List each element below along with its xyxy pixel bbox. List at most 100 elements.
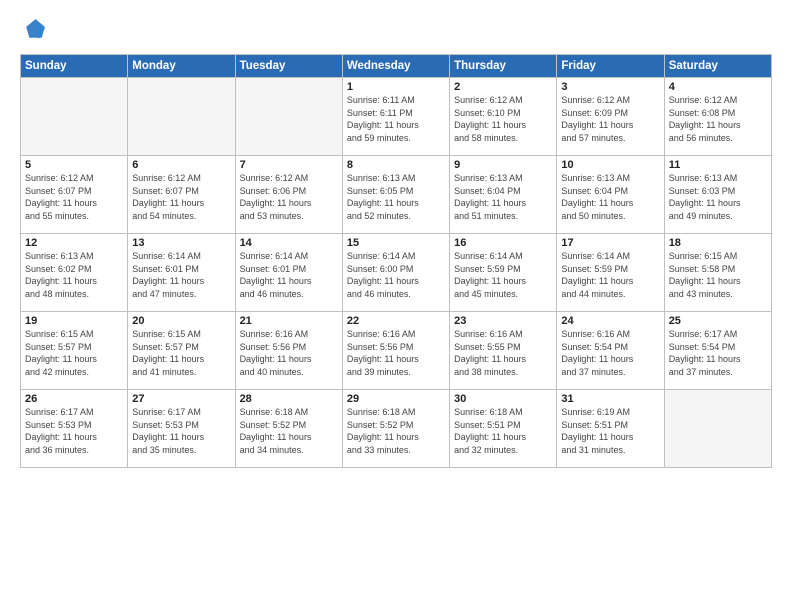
day-info: Sunrise: 6:12 AM Sunset: 6:08 PM Dayligh… (669, 94, 767, 144)
day-number: 9 (454, 159, 552, 171)
day-number: 6 (132, 159, 230, 171)
day-cell (21, 78, 128, 156)
day-cell: 3Sunrise: 6:12 AM Sunset: 6:09 PM Daylig… (557, 78, 664, 156)
day-cell: 21Sunrise: 6:16 AM Sunset: 5:56 PM Dayli… (235, 312, 342, 390)
day-info: Sunrise: 6:13 AM Sunset: 6:05 PM Dayligh… (347, 172, 445, 222)
weekday-header-sunday: Sunday (21, 55, 128, 78)
day-number: 18 (669, 237, 767, 249)
day-cell: 20Sunrise: 6:15 AM Sunset: 5:57 PM Dayli… (128, 312, 235, 390)
day-cell: 14Sunrise: 6:14 AM Sunset: 6:01 PM Dayli… (235, 234, 342, 312)
day-cell: 6Sunrise: 6:12 AM Sunset: 6:07 PM Daylig… (128, 156, 235, 234)
calendar-table: SundayMondayTuesdayWednesdayThursdayFrid… (20, 54, 772, 468)
day-info: Sunrise: 6:14 AM Sunset: 6:00 PM Dayligh… (347, 250, 445, 300)
day-info: Sunrise: 6:14 AM Sunset: 5:59 PM Dayligh… (454, 250, 552, 300)
day-number: 4 (669, 81, 767, 93)
day-cell: 4Sunrise: 6:12 AM Sunset: 6:08 PM Daylig… (664, 78, 771, 156)
day-cell: 24Sunrise: 6:16 AM Sunset: 5:54 PM Dayli… (557, 312, 664, 390)
day-info: Sunrise: 6:19 AM Sunset: 5:51 PM Dayligh… (561, 406, 659, 456)
day-number: 5 (25, 159, 123, 171)
weekday-header-saturday: Saturday (664, 55, 771, 78)
day-number: 30 (454, 393, 552, 405)
day-cell: 16Sunrise: 6:14 AM Sunset: 5:59 PM Dayli… (450, 234, 557, 312)
day-cell (664, 390, 771, 468)
day-info: Sunrise: 6:14 AM Sunset: 6:01 PM Dayligh… (132, 250, 230, 300)
day-info: Sunrise: 6:12 AM Sunset: 6:10 PM Dayligh… (454, 94, 552, 144)
day-cell: 7Sunrise: 6:12 AM Sunset: 6:06 PM Daylig… (235, 156, 342, 234)
header (20, 16, 772, 44)
day-number: 14 (240, 237, 338, 249)
day-cell (128, 78, 235, 156)
week-row-5: 26Sunrise: 6:17 AM Sunset: 5:53 PM Dayli… (21, 390, 772, 468)
week-row-4: 19Sunrise: 6:15 AM Sunset: 5:57 PM Dayli… (21, 312, 772, 390)
weekday-header-thursday: Thursday (450, 55, 557, 78)
day-info: Sunrise: 6:17 AM Sunset: 5:53 PM Dayligh… (132, 406, 230, 456)
day-cell: 13Sunrise: 6:14 AM Sunset: 6:01 PM Dayli… (128, 234, 235, 312)
day-number: 17 (561, 237, 659, 249)
day-info: Sunrise: 6:16 AM Sunset: 5:56 PM Dayligh… (240, 328, 338, 378)
day-cell: 2Sunrise: 6:12 AM Sunset: 6:10 PM Daylig… (450, 78, 557, 156)
day-info: Sunrise: 6:15 AM Sunset: 5:57 PM Dayligh… (132, 328, 230, 378)
day-cell: 18Sunrise: 6:15 AM Sunset: 5:58 PM Dayli… (664, 234, 771, 312)
day-cell: 11Sunrise: 6:13 AM Sunset: 6:03 PM Dayli… (664, 156, 771, 234)
weekday-header-friday: Friday (557, 55, 664, 78)
day-number: 10 (561, 159, 659, 171)
day-number: 31 (561, 393, 659, 405)
day-cell: 27Sunrise: 6:17 AM Sunset: 5:53 PM Dayli… (128, 390, 235, 468)
day-info: Sunrise: 6:12 AM Sunset: 6:07 PM Dayligh… (132, 172, 230, 222)
day-info: Sunrise: 6:18 AM Sunset: 5:52 PM Dayligh… (240, 406, 338, 456)
day-info: Sunrise: 6:15 AM Sunset: 5:57 PM Dayligh… (25, 328, 123, 378)
day-cell: 23Sunrise: 6:16 AM Sunset: 5:55 PM Dayli… (450, 312, 557, 390)
day-cell: 15Sunrise: 6:14 AM Sunset: 6:00 PM Dayli… (342, 234, 449, 312)
day-info: Sunrise: 6:16 AM Sunset: 5:55 PM Dayligh… (454, 328, 552, 378)
day-cell: 5Sunrise: 6:12 AM Sunset: 6:07 PM Daylig… (21, 156, 128, 234)
week-row-3: 12Sunrise: 6:13 AM Sunset: 6:02 PM Dayli… (21, 234, 772, 312)
day-number: 16 (454, 237, 552, 249)
day-cell: 10Sunrise: 6:13 AM Sunset: 6:04 PM Dayli… (557, 156, 664, 234)
weekday-header-row: SundayMondayTuesdayWednesdayThursdayFrid… (21, 55, 772, 78)
day-cell: 17Sunrise: 6:14 AM Sunset: 5:59 PM Dayli… (557, 234, 664, 312)
day-info: Sunrise: 6:13 AM Sunset: 6:04 PM Dayligh… (454, 172, 552, 222)
day-cell: 1Sunrise: 6:11 AM Sunset: 6:11 PM Daylig… (342, 78, 449, 156)
day-cell: 31Sunrise: 6:19 AM Sunset: 5:51 PM Dayli… (557, 390, 664, 468)
day-cell: 30Sunrise: 6:18 AM Sunset: 5:51 PM Dayli… (450, 390, 557, 468)
day-info: Sunrise: 6:17 AM Sunset: 5:54 PM Dayligh… (669, 328, 767, 378)
week-row-2: 5Sunrise: 6:12 AM Sunset: 6:07 PM Daylig… (21, 156, 772, 234)
day-number: 3 (561, 81, 659, 93)
weekday-header-wednesday: Wednesday (342, 55, 449, 78)
day-number: 1 (347, 81, 445, 93)
day-info: Sunrise: 6:14 AM Sunset: 5:59 PM Dayligh… (561, 250, 659, 300)
day-number: 15 (347, 237, 445, 249)
day-number: 7 (240, 159, 338, 171)
day-info: Sunrise: 6:18 AM Sunset: 5:52 PM Dayligh… (347, 406, 445, 456)
day-cell: 19Sunrise: 6:15 AM Sunset: 5:57 PM Dayli… (21, 312, 128, 390)
day-cell (235, 78, 342, 156)
day-number: 13 (132, 237, 230, 249)
day-number: 22 (347, 315, 445, 327)
day-info: Sunrise: 6:18 AM Sunset: 5:51 PM Dayligh… (454, 406, 552, 456)
calendar-page: SundayMondayTuesdayWednesdayThursdayFrid… (0, 0, 792, 612)
day-cell: 8Sunrise: 6:13 AM Sunset: 6:05 PM Daylig… (342, 156, 449, 234)
day-info: Sunrise: 6:16 AM Sunset: 5:54 PM Dayligh… (561, 328, 659, 378)
day-number: 27 (132, 393, 230, 405)
day-cell: 12Sunrise: 6:13 AM Sunset: 6:02 PM Dayli… (21, 234, 128, 312)
day-number: 28 (240, 393, 338, 405)
day-number: 11 (669, 159, 767, 171)
week-row-1: 1Sunrise: 6:11 AM Sunset: 6:11 PM Daylig… (21, 78, 772, 156)
logo (20, 16, 52, 44)
day-number: 25 (669, 315, 767, 327)
day-info: Sunrise: 6:13 AM Sunset: 6:04 PM Dayligh… (561, 172, 659, 222)
day-info: Sunrise: 6:12 AM Sunset: 6:09 PM Dayligh… (561, 94, 659, 144)
day-number: 19 (25, 315, 123, 327)
day-number: 24 (561, 315, 659, 327)
day-cell: 9Sunrise: 6:13 AM Sunset: 6:04 PM Daylig… (450, 156, 557, 234)
day-info: Sunrise: 6:14 AM Sunset: 6:01 PM Dayligh… (240, 250, 338, 300)
day-info: Sunrise: 6:12 AM Sunset: 6:07 PM Dayligh… (25, 172, 123, 222)
day-cell: 22Sunrise: 6:16 AM Sunset: 5:56 PM Dayli… (342, 312, 449, 390)
day-cell: 28Sunrise: 6:18 AM Sunset: 5:52 PM Dayli… (235, 390, 342, 468)
weekday-header-tuesday: Tuesday (235, 55, 342, 78)
weekday-header-monday: Monday (128, 55, 235, 78)
day-number: 2 (454, 81, 552, 93)
day-cell: 29Sunrise: 6:18 AM Sunset: 5:52 PM Dayli… (342, 390, 449, 468)
day-number: 8 (347, 159, 445, 171)
day-info: Sunrise: 6:11 AM Sunset: 6:11 PM Dayligh… (347, 94, 445, 144)
